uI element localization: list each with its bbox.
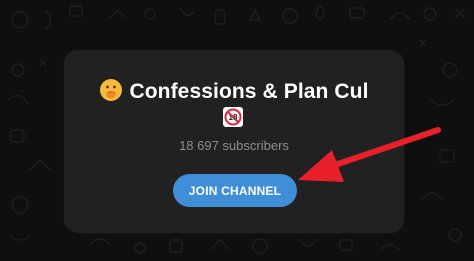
channel-title-row: Confessions & Plan Cul [64,78,404,104]
annotation-arrow [298,127,441,182]
telegram-channel-preview: Confessions & Plan Cul 18 18 697 subscri… [0,0,474,261]
join-channel-button[interactable]: JOIN CHANNEL [173,174,297,207]
face-with-hand-over-mouth-icon [100,79,123,101]
channel-title: Confessions & Plan Cul [129,80,369,103]
no-under-18-icon: 18 [223,107,243,127]
